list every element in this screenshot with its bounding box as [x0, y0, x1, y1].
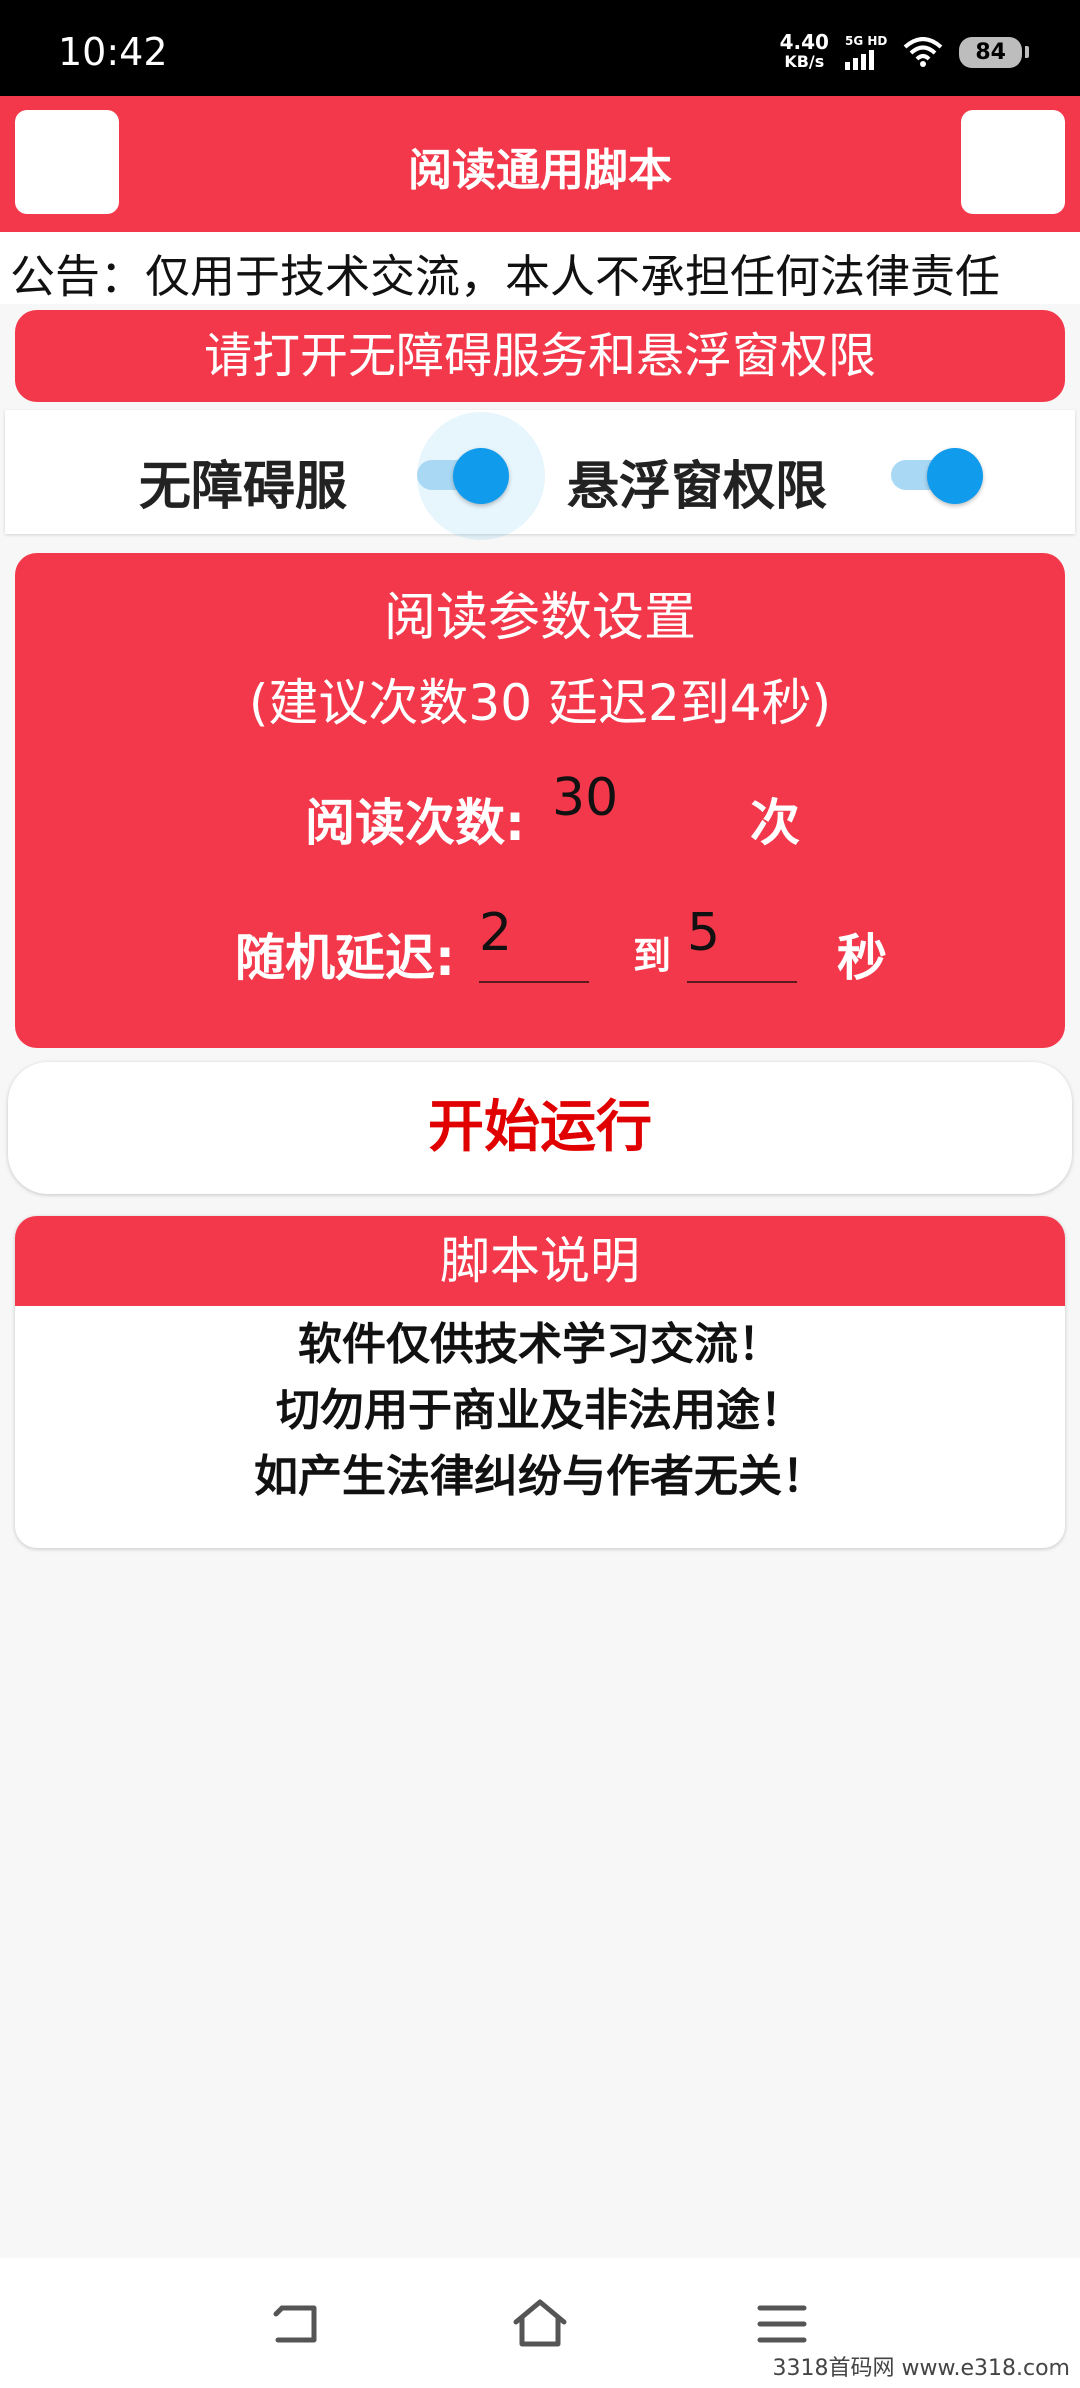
notice-text: 公告：仅用于技术交流，本人不承担任何法律责任 [10, 250, 1001, 303]
random-delay-label: 随机延迟: [235, 929, 455, 987]
wifi-icon [904, 37, 943, 67]
description-title: 脚本说明 [15, 1216, 1065, 1306]
delay-max-input[interactable]: 5 [687, 903, 797, 983]
overlay-permission-label: 悬浮窗权限 [567, 457, 828, 517]
read-params-card: 阅读参数设置 (建议次数30 廷迟2到4秒) 阅读次数: 30 次 随机延迟: … [15, 553, 1065, 1048]
app-bar: 阅读通用脚本 [0, 96, 1080, 232]
description-line: 如产生法律纠纷与作者无关！ [254, 1451, 826, 1502]
notice-marquee: 公告：仅用于技术交流，本人不承担任何法律责任 [0, 232, 1080, 304]
menu-icon[interactable] [752, 2296, 812, 2352]
cellular-signal-icon: 5G HD [844, 34, 888, 70]
status-bar: 10:42 4.40 KB/s 5G HD 84 [0, 0, 1080, 96]
overlay-permission-switch[interactable] [891, 448, 983, 504]
delay-min-input[interactable]: 2 [479, 903, 589, 983]
app-bar-right-button[interactable] [961, 110, 1065, 214]
params-hint: (建议次数30 廷迟2到4秒) [248, 674, 832, 732]
battery-level: 84 [975, 39, 1006, 65]
system-nav-bar: 3318首码网 www.e318.com [0, 2258, 1080, 2388]
network-type-badge: 5G HD [844, 34, 888, 48]
permission-toggles: 无障碍服 悬浮窗权限 [5, 410, 1075, 540]
delay-unit: 秒 [837, 929, 887, 987]
delay-max-value: 5 [687, 903, 721, 963]
delay-to-label: 到 [633, 934, 672, 978]
accessibility-label: 无障碍服 [139, 457, 348, 517]
accessibility-switch[interactable] [417, 412, 545, 540]
battery-icon: 84 [959, 36, 1029, 68]
read-count-label: 阅读次数: [305, 794, 525, 852]
network-speed: 4.40 KB/s [779, 30, 829, 71]
home-icon[interactable] [510, 2296, 570, 2352]
status-time: 10:42 [58, 30, 168, 74]
start-run-button[interactable]: 开始运行 [8, 1062, 1072, 1194]
read-count-unit: 次 [750, 794, 800, 852]
watermark: 3318首码网 www.e318.com [772, 2356, 1070, 2381]
read-count-value: 30 [552, 768, 619, 828]
network-speed-value: 4.40 [779, 30, 829, 54]
script-description-card: 脚本说明 软件仅供技术学习交流！ 切勿用于商业及非法用途！ 如产生法律纠纷与作者… [15, 1216, 1065, 1548]
read-count-input[interactable]: 30 [552, 768, 708, 848]
description-line: 切勿用于商业及非法用途！ [276, 1385, 804, 1436]
back-icon[interactable] [268, 2296, 328, 2352]
page-title: 阅读通用脚本 [408, 145, 672, 196]
params-title: 阅读参数设置 [383, 588, 696, 648]
network-speed-unit: KB/s [784, 52, 825, 71]
permission-banner[interactable]: 请打开无障碍服务和悬浮窗权限 [15, 310, 1065, 402]
delay-min-value: 2 [479, 903, 513, 963]
description-line: 软件仅供技术学习交流！ [298, 1319, 782, 1370]
status-indicators: 4.40 KB/s 5G HD 84 [779, 30, 1029, 74]
